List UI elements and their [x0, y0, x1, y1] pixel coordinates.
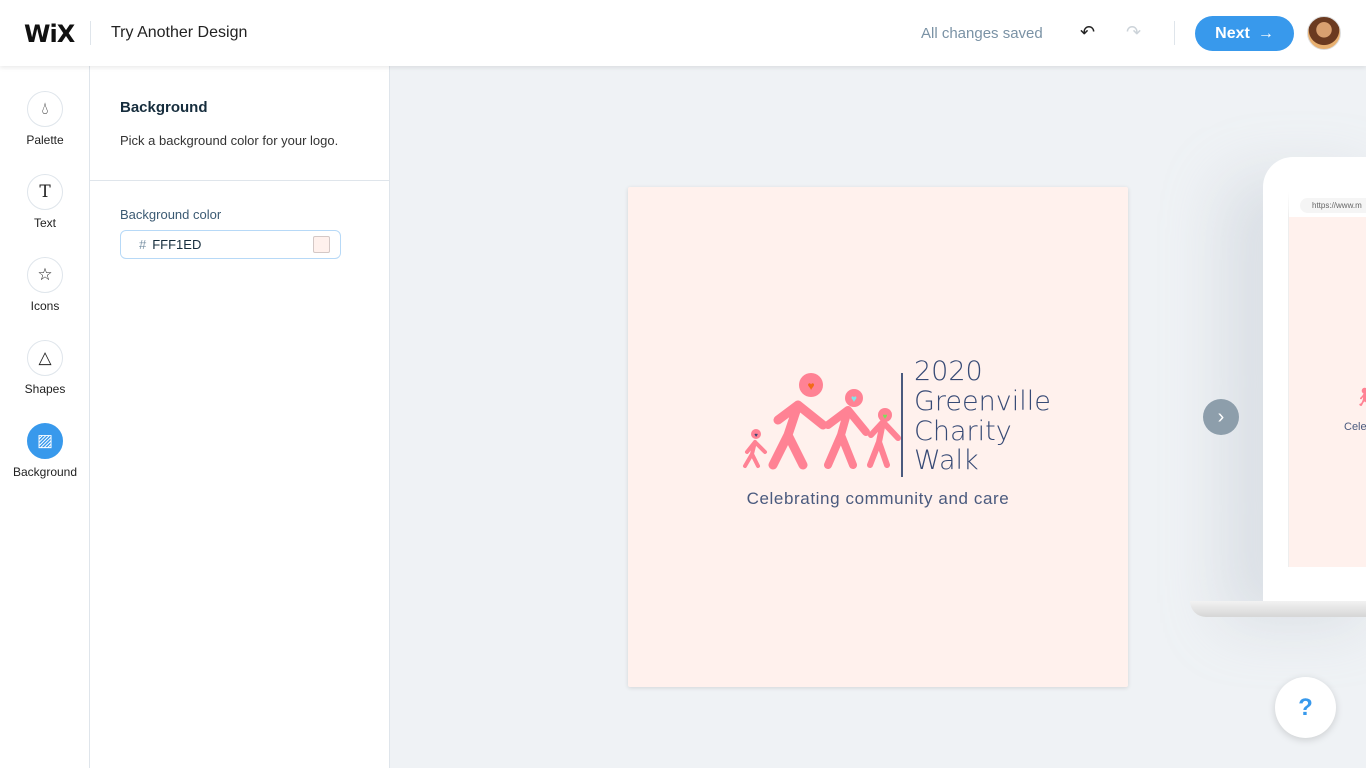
chevron-right-icon: ›	[1217, 405, 1225, 428]
next-design-arrow[interactable]: ›	[1203, 399, 1239, 435]
divider	[90, 180, 390, 181]
rail-label: Background	[12, 465, 78, 479]
star-icon: ☆	[27, 257, 63, 293]
svg-text:♥: ♥	[807, 379, 814, 393]
logo-line-2: Greenville	[914, 386, 1051, 417]
background-icon: ▨	[27, 423, 63, 459]
shapes-icon: △	[27, 340, 63, 376]
rail-item-palette[interactable]: 💧︎ Palette	[0, 91, 90, 147]
save-status: All changes saved	[921, 25, 1043, 42]
rail-item-background[interactable]: ▨ Background	[0, 423, 90, 479]
svg-text:♥: ♥	[754, 433, 758, 439]
avatar[interactable]	[1307, 16, 1341, 50]
walking-figure-icon: 🚶︎	[1353, 387, 1366, 407]
rail-label: Icons	[30, 299, 60, 313]
logo-preview: ♥ ♥ ♥ ♥ 2020 Greenville Charity Walk Cel…	[628, 187, 1128, 687]
rail-label: Text	[33, 216, 56, 230]
logo-line-1: 2020	[914, 356, 983, 387]
next-button[interactable]: Next →	[1195, 16, 1294, 51]
logo-tagline: Celebrating community and care	[746, 489, 1010, 508]
help-button[interactable]: ?	[1275, 677, 1336, 738]
background-panel: Background Pick a background color for y…	[90, 66, 390, 768]
mockup-screen: 🚶︎ Cele	[1288, 191, 1366, 567]
svg-text:♥: ♥	[851, 394, 857, 405]
arrow-right-icon: →	[1257, 24, 1274, 42]
panel-title: Background	[120, 99, 208, 116]
divider	[90, 21, 91, 45]
mockup-tagline: Cele	[1344, 421, 1366, 433]
hash-prefix: #	[139, 237, 147, 252]
mockup-url-bar: https://www.m	[1300, 198, 1366, 213]
rail-item-text[interactable]: T Text	[0, 174, 90, 230]
try-another-design-link[interactable]: Try Another Design	[111, 24, 247, 42]
color-swatch[interactable]	[313, 236, 330, 253]
palette-icon: 💧︎	[27, 91, 63, 127]
rail-label: Palette	[26, 133, 64, 147]
rail-item-icons[interactable]: ☆ Icons	[0, 257, 90, 313]
panel-description: Pick a background color for your logo.	[120, 133, 339, 148]
next-label: Next	[1215, 24, 1250, 42]
background-color-label: Background color	[120, 207, 222, 222]
logo-line-3: Charity	[914, 416, 1012, 447]
logo-line-4: Walk	[914, 445, 979, 476]
top-bar: WiX Try Another Design All changes saved…	[0, 0, 1366, 66]
rail-item-shapes[interactable]: △ Shapes	[0, 340, 90, 396]
svg-text:♥: ♥	[883, 412, 888, 421]
laptop-mockup: 🚶︎ Cele https://www.m	[1263, 157, 1366, 603]
text-icon: T	[27, 174, 63, 210]
wix-logo[interactable]: WiX	[24, 20, 75, 48]
tool-rail: 💧︎ Palette T Text ☆ Icons △ Shapes ▨ Backgrou…	[0, 66, 90, 768]
redo-icon[interactable]: ↷	[1126, 22, 1141, 43]
logo-divider	[901, 373, 903, 477]
background-color-input[interactable]: # FFF1ED	[120, 230, 341, 259]
walking-family-icon: ♥ ♥ ♥ ♥	[743, 373, 901, 470]
laptop-base	[1190, 601, 1366, 617]
rail-label: Shapes	[24, 382, 66, 396]
divider	[1174, 21, 1175, 45]
color-value: FFF1ED	[152, 237, 202, 252]
undo-icon[interactable]: ↶	[1080, 22, 1095, 43]
